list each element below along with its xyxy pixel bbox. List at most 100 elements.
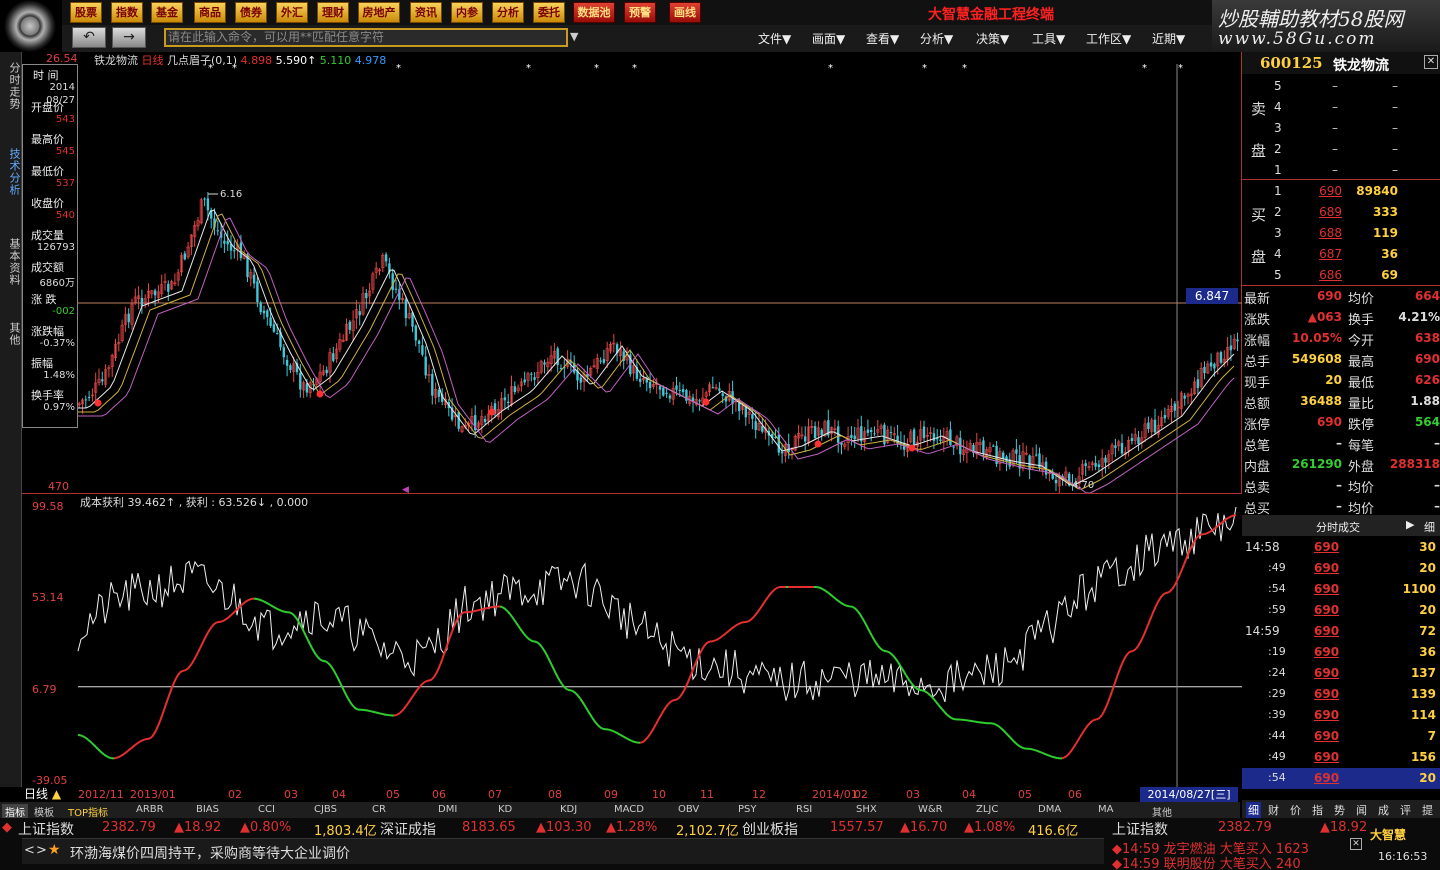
indicator-tab-16[interactable]: W&R (918, 804, 943, 815)
menu-btn-11[interactable]: 委托 (533, 2, 565, 23)
profit-segment (517, 624, 521, 629)
indicator-tab-2[interactable]: TOP指标 (68, 804, 108, 819)
left-tab-0[interactable]: 分时走势 (2, 62, 21, 110)
period-label[interactable]: 日线 ▲ (0, 787, 78, 802)
indicator-tab-14[interactable]: RSI (796, 804, 812, 815)
alert-2[interactable]: ◆14:59 联明股份 大笔买入 240 (1112, 853, 1301, 870)
quote-tab-8[interactable]: 提 (1422, 802, 1433, 818)
tick-row[interactable]: :19 690 36 (1242, 642, 1440, 663)
indicator-tab-9[interactable]: KD (498, 804, 512, 815)
menu-btn-5[interactable]: 外汇 (276, 2, 308, 23)
indicator-tab-19[interactable]: MA (1098, 804, 1113, 815)
tick-row[interactable]: :49 690 20 (1242, 558, 1440, 579)
indicator-tab-3[interactable]: ARBR (136, 804, 164, 815)
indicator-tab-20[interactable]: 其他 (1152, 804, 1172, 819)
indicator-tab-11[interactable]: MACD (614, 804, 644, 815)
indicator-tab-4[interactable]: BIAS (196, 804, 219, 815)
menu-btn-14[interactable]: 画线 (669, 2, 701, 23)
left-tab-2[interactable]: 基本资料 (2, 238, 21, 286)
candle-body (285, 359, 289, 366)
tick-row[interactable]: :24 690 137 (1242, 663, 1440, 684)
quote-tab-5[interactable]: 闻 (1356, 802, 1367, 818)
tick-row[interactable]: :54 690 1100 (1242, 579, 1440, 600)
menu-6[interactable]: 工作区▼ (1086, 30, 1131, 47)
kline-chart[interactable]: * * * * * * * * * * * ◀ 铁龙物流 日线 几点眉子(0,1) 4.898 5.5… (22, 52, 1242, 495)
tick-row[interactable]: :54 690 20 (1242, 768, 1440, 789)
menu-2[interactable]: 查看▼ (866, 30, 899, 47)
idx1-name[interactable]: 上证指数 (18, 819, 74, 839)
candle-body (365, 292, 368, 299)
alert-close-icon[interactable]: ✕ (1350, 838, 1362, 850)
news-next-icon[interactable]: > (36, 843, 47, 858)
menu-1[interactable]: 画面▼ (812, 30, 845, 47)
indicator-tab-17[interactable]: ZLJC (976, 804, 998, 815)
stat-val1: – (1336, 499, 1342, 513)
menu-btn-10[interactable]: 分析 (492, 2, 524, 23)
menu-btn-0[interactable]: 股票 (70, 2, 102, 23)
menu-btn-6[interactable]: 理财 (317, 2, 349, 23)
quote-tab-2[interactable]: 价 (1290, 802, 1301, 818)
command-dropdown-icon[interactable]: ▼ (570, 30, 578, 43)
menu-0[interactable]: 文件▼ (758, 30, 791, 47)
indicator-tab-0[interactable]: 指标 (2, 804, 28, 819)
news-prev-icon[interactable]: < (24, 843, 35, 858)
menu-btn-4[interactable]: 债券 (235, 2, 267, 23)
back-button[interactable]: ↶ (72, 27, 106, 48)
buy-row[interactable]: 5 686 69 (1242, 265, 1440, 286)
menu-7[interactable]: 近期▼ (1152, 30, 1185, 47)
menu-btn-12[interactable]: 数据池 (573, 2, 615, 23)
menu-3[interactable]: 分析▼ (920, 30, 953, 47)
tick-row[interactable]: :49 690 156 (1242, 747, 1440, 768)
tick-row[interactable]: :29 690 139 (1242, 684, 1440, 705)
quote-tab-1[interactable]: 财 (1268, 802, 1279, 818)
indicator-tab-8[interactable]: DMI (438, 804, 457, 815)
menu-5[interactable]: 工具▼ (1032, 30, 1065, 47)
profit-segment (531, 640, 535, 643)
menu-btn-2[interactable]: 基金 (151, 2, 183, 23)
menu-btn-7[interactable]: 房地产 (358, 2, 400, 23)
menu-btn-8[interactable]: 资讯 (410, 2, 442, 23)
idx2-name[interactable]: 深证成指 (380, 819, 436, 839)
indicator-tab-6[interactable]: CJBS (314, 804, 337, 815)
quote-tab-7[interactable]: 评 (1400, 802, 1411, 818)
tick-row[interactable]: :59 690 20 (1242, 600, 1440, 621)
buy-row[interactable]: 3 688 119 (1242, 223, 1440, 244)
quote-tab-4[interactable]: 势 (1334, 802, 1345, 818)
ticks-detail[interactable]: 细 (1424, 519, 1435, 535)
profit-segment (115, 756, 119, 759)
menu-btn-3[interactable]: 商品 (194, 2, 226, 23)
close-icon[interactable]: ✕ (1424, 55, 1438, 69)
tick-row[interactable]: :39 690 114 (1242, 705, 1440, 726)
ticks-arrow-icon[interactable]: ▶ (1406, 518, 1414, 531)
indicator-tab-5[interactable]: CCI (258, 804, 275, 815)
quote-tab-6[interactable]: 成 (1378, 802, 1389, 818)
menu-btn-9[interactable]: 内参 (451, 2, 483, 23)
menu-4[interactable]: 决策▼ (976, 30, 1009, 47)
buy-row[interactable]: 2 689 333 (1242, 202, 1440, 223)
command-input[interactable]: 请在此输入命令，可以用**匹配任意字符 (164, 28, 568, 47)
buy-row[interactable]: 4 687 36 (1242, 244, 1440, 265)
indicator-tab-7[interactable]: CR (372, 804, 386, 815)
quote-tab-3[interactable]: 指 (1312, 802, 1323, 818)
menu-btn-1[interactable]: 指数 (111, 2, 143, 23)
left-tab-1[interactable]: 技术分析 (2, 148, 21, 196)
idx3-name[interactable]: 创业板指 (742, 819, 798, 839)
menu-btn-13[interactable]: 预警 (624, 2, 656, 23)
buy-row[interactable]: 1 690 89840 (1242, 181, 1440, 202)
tick-row[interactable]: :44 690 7 (1242, 726, 1440, 747)
indicator-tab-12[interactable]: OBV (678, 804, 699, 815)
indicator-tab-10[interactable]: KDJ (560, 804, 577, 815)
news-ticker[interactable]: < > ★ 环渤海煤价四周持平，采购商等待大企业调价 (22, 838, 1104, 864)
left-tab-3[interactable]: 其他 (2, 322, 21, 346)
indicator-chart[interactable]: 成本获利 39.462↑ , 获利 : 63.526↓ , 0.000 99.5… (22, 493, 1242, 788)
indicator-tab-13[interactable]: PSY (738, 804, 757, 815)
tick-row[interactable]: 14:59 690 72 (1242, 621, 1440, 642)
indicator-tab-15[interactable]: SHX (856, 804, 877, 815)
indicator-tab-18[interactable]: DMA (1038, 804, 1061, 815)
forward-button[interactable]: → (112, 27, 146, 48)
tick-row[interactable]: 14:58 690 30 (1242, 537, 1440, 558)
r-index-name[interactable]: 上证指数 (1112, 819, 1168, 839)
quote-tab-0[interactable]: 细 (1246, 802, 1261, 818)
news-text[interactable]: 环渤海煤价四周持平，采购商等待大企业调价 (70, 843, 350, 863)
indicator-tab-1[interactable]: 模板 (34, 804, 54, 819)
